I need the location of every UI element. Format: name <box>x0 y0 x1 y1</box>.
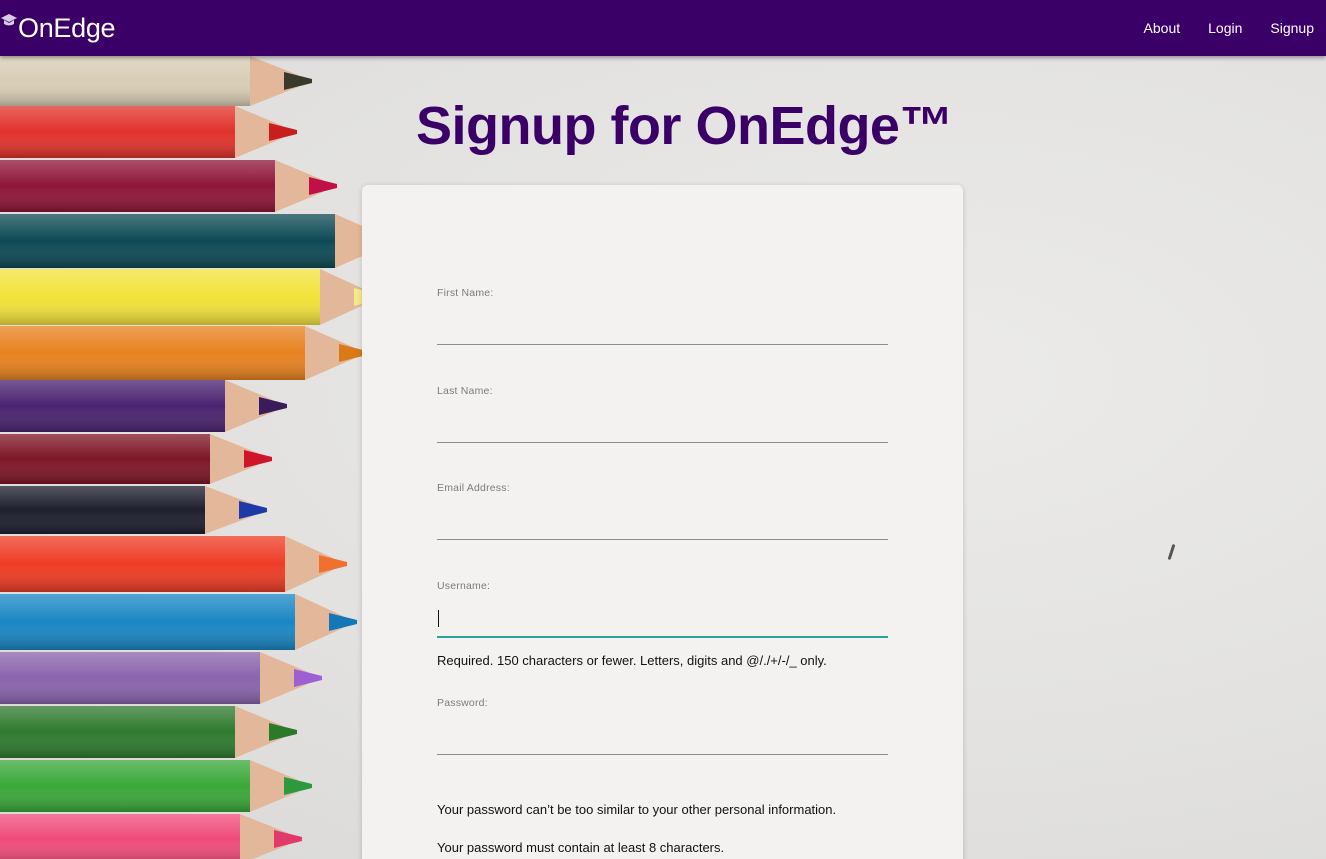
first-name-input[interactable] <box>437 315 888 345</box>
page-title: Signup for OnEdge™ <box>416 96 953 156</box>
username-input[interactable] <box>437 608 888 638</box>
email-field: Email Address: <box>437 478 888 540</box>
password-field: Password: <box>437 693 888 755</box>
pencil-shade <box>0 160 275 212</box>
password-label: Password: <box>437 697 488 709</box>
pencil-shade <box>0 814 240 859</box>
pencil-shade <box>0 106 235 158</box>
pencil-lead <box>294 669 322 687</box>
nav-links: About Login Signup <box>1116 0 1314 56</box>
password-help-length: Your password must contain at least 8 ch… <box>437 840 725 855</box>
pencil-lead <box>329 613 357 631</box>
first-name-field: First Name: <box>437 283 888 345</box>
username-field: Username: <box>437 576 888 638</box>
password-help-similar: Your password can’t be too similar to yo… <box>437 802 837 817</box>
text-caret <box>438 610 439 627</box>
username-help-text: Required. 150 characters or fewer. Lette… <box>437 653 827 668</box>
pencil-shade <box>0 536 285 592</box>
last-name-label: Last Name: <box>437 385 493 397</box>
pencil-shade <box>0 652 260 704</box>
first-name-label: First Name: <box>437 287 494 299</box>
pencil-lead <box>319 555 347 573</box>
nav-link-login[interactable]: Login <box>1208 20 1242 36</box>
graduation-cap-icon <box>1 14 17 26</box>
username-label: Username: <box>437 580 491 592</box>
pencil-lead <box>244 450 272 468</box>
password-input[interactable] <box>437 725 888 755</box>
navbar: OnEdge About Login Signup <box>0 0 1326 56</box>
paper-speck <box>1167 543 1176 561</box>
pencil-lead <box>284 72 312 90</box>
pencil-lead <box>309 177 337 195</box>
pencil-shade <box>0 760 250 812</box>
last-name-input[interactable] <box>437 413 888 443</box>
email-input[interactable] <box>437 510 888 540</box>
nav-link-signup[interactable]: Signup <box>1270 20 1314 36</box>
last-name-field: Last Name: <box>437 381 888 443</box>
pencil-shade <box>0 380 225 432</box>
pencil-shade <box>0 434 210 484</box>
nav-link-about[interactable]: About <box>1144 20 1181 36</box>
colored-pencils-image <box>0 56 390 859</box>
pencil-lead <box>239 501 267 519</box>
pencil-lead <box>274 830 302 848</box>
pencil-lead <box>269 123 297 141</box>
pencil-shade <box>0 214 335 268</box>
pencil-shade <box>0 326 305 380</box>
pencil-shade <box>0 56 250 106</box>
email-label: Email Address: <box>437 482 510 494</box>
signup-form-card: First Name: Last Name: Email Address: Us… <box>362 185 963 859</box>
pencil-lead <box>269 723 297 741</box>
brand-name: OnEdge <box>18 13 116 43</box>
pencil-shade <box>0 594 295 650</box>
pencil-shade <box>0 706 235 758</box>
pencil-shade <box>0 486 205 534</box>
brand-logo[interactable]: OnEdge <box>0 12 116 44</box>
pencil-shade <box>0 269 320 325</box>
pencil-lead <box>259 397 287 415</box>
pencil-lead <box>284 777 312 795</box>
